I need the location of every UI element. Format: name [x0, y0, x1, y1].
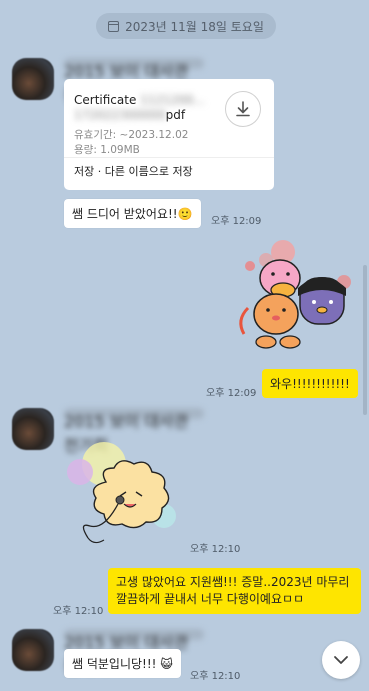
message-time: 오후 12:10	[53, 606, 104, 617]
sender-name: 2015 보이 대사관 전기회	[64, 408, 204, 455]
file-attachment-card[interactable]: Certificate 1121200... 172022300000pdf 유…	[64, 79, 274, 190]
date-divider: 2023년 11월 18일 토요일	[96, 13, 276, 39]
message-text: 와우!!!!!!!!!!!!	[270, 377, 350, 391]
my-message-bubble[interactable]: 와우!!!!!!!!!!!!	[262, 369, 358, 398]
avatar[interactable]	[12, 408, 54, 450]
message-bubble[interactable]: 쌤 덕분입니당!!! 😺	[64, 649, 181, 678]
download-button[interactable]	[225, 91, 261, 127]
message-time: 오후 12:10	[190, 544, 241, 555]
avatar[interactable]	[12, 58, 54, 100]
file-name: Certificate 1121200...	[74, 93, 206, 107]
scroll-to-bottom-button[interactable]	[322, 641, 360, 679]
message-text: 쌤 드디어 받았어요!!🙂	[72, 207, 193, 221]
message-time: 오후 12:10	[190, 671, 241, 682]
message-bubble[interactable]: 쌤 드디어 받았어요!!🙂	[64, 199, 201, 228]
file-size: 용량: 1.09MB	[74, 144, 140, 156]
message-text: 쌤 덕분입니당!!! 😺	[72, 657, 173, 671]
sender-name: 2015 보이 대사관 전기회	[64, 629, 204, 676]
avatar[interactable]	[12, 629, 54, 671]
message-time: 오후 12:09	[206, 388, 257, 399]
calendar-icon	[108, 20, 120, 32]
scrollbar-thumb[interactable]	[363, 265, 367, 415]
file-name-line2: 172022300000pdf	[74, 108, 186, 122]
message-time: 오후 12:09	[211, 216, 262, 227]
sender-name: 2015 보이 대사관 전기회	[64, 58, 204, 105]
divider	[64, 157, 274, 158]
my-message-bubble[interactable]: 고생 많았어요 지원쌤!!! 증말..2023년 마무리 깔끔하게 끝내서 너무…	[108, 568, 361, 614]
date-divider-text: 2023년 11월 18일 토요일	[125, 19, 264, 34]
chevron-down-icon	[334, 656, 348, 664]
file-expiry: 유효기간: ~2023.12.02	[74, 129, 189, 141]
message-text: 고생 많았어요 지원쌤!!! 증말..2023년 마무리 깔끔하게 끝내서 너무…	[116, 575, 350, 606]
sticker-characters-image[interactable]	[228, 238, 354, 360]
file-save-actions[interactable]: 저장 · 다른 이름으로 저장	[74, 163, 193, 179]
sticker-singing-image[interactable]	[64, 434, 188, 548]
download-icon	[236, 101, 250, 117]
